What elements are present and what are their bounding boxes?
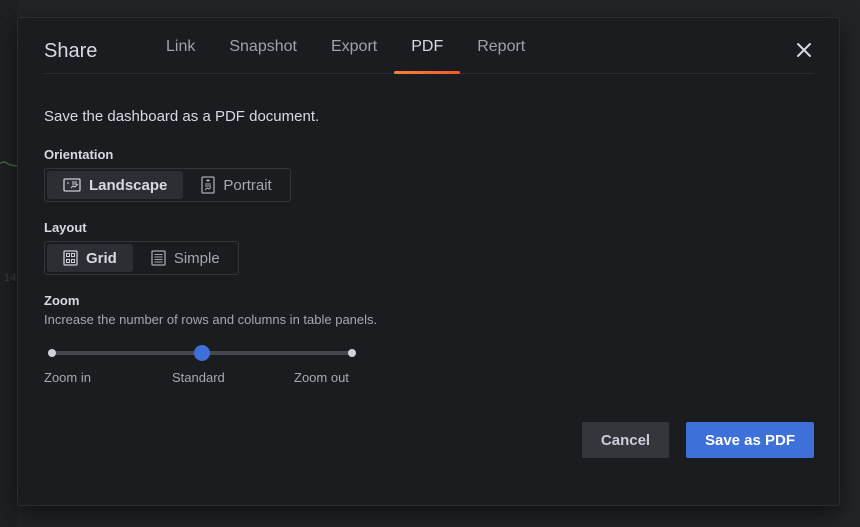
zoom-description: Increase the number of rows and columns … [44,312,378,327]
orientation-portrait[interactable]: Portrait [185,171,287,199]
landscape-icon [63,178,81,192]
grid-icon [63,250,78,266]
layout-grid-label: Grid [86,249,117,267]
modal-header: Share Link Snapshot Export PDF Report [44,18,813,74]
pdf-panel: Save the dashboard as a PDF document. Or… [44,108,377,327]
cancel-button[interactable]: Cancel [582,422,669,458]
layout-grid[interactable]: Grid [47,244,133,272]
orientation-label: Orientation [44,147,114,162]
portrait-icon [201,176,216,194]
zoom-tick-zoom-in: Zoom in [44,370,91,385]
share-modal: Share Link Snapshot Export PDF Report Sa… [17,17,840,506]
tab-snapshot[interactable]: Snapshot [212,18,314,73]
tab-export[interactable]: Export [314,18,394,73]
background-graph-line [0,161,17,167]
zoom-slider[interactable]: Zoom in Standard Zoom out [44,345,356,398]
modal-title: Share [44,40,98,62]
layout-selector: Grid Simple [44,241,239,275]
zoom-tick-standard: Standard [172,370,225,385]
background-panel [0,0,17,527]
orientation-landscape-label: Landscape [89,176,168,194]
pdf-description: Save the dashboard as a PDF document. [44,108,320,125]
close-button[interactable] [795,41,813,59]
tab-report[interactable]: Report [460,18,542,73]
layout-simple[interactable]: Simple [135,244,236,272]
background-axis-label: 14 [4,272,17,284]
zoom-mark-zoom-out[interactable] [348,349,356,357]
orientation-selector: Landscape Portrait [44,168,291,202]
zoom-mark-zoom-in[interactable] [48,349,56,357]
zoom-slider-thumb[interactable] [194,345,210,361]
orientation-portrait-label: Portrait [223,176,272,194]
orientation-landscape[interactable]: Landscape [47,171,184,199]
zoom-tick-zoom-out: Zoom out [294,370,349,385]
close-icon [797,43,811,57]
tab-pdf[interactable]: PDF [394,18,461,74]
tab-list: Link Snapshot Export PDF Report [149,18,542,74]
simple-icon [151,250,166,266]
layout-simple-label: Simple [173,249,220,267]
tab-link[interactable]: Link [149,18,212,73]
layout-label: Layout [44,220,87,235]
save-as-pdf-button[interactable]: Save as PDF [686,422,814,458]
zoom-label: Zoom [44,293,80,308]
